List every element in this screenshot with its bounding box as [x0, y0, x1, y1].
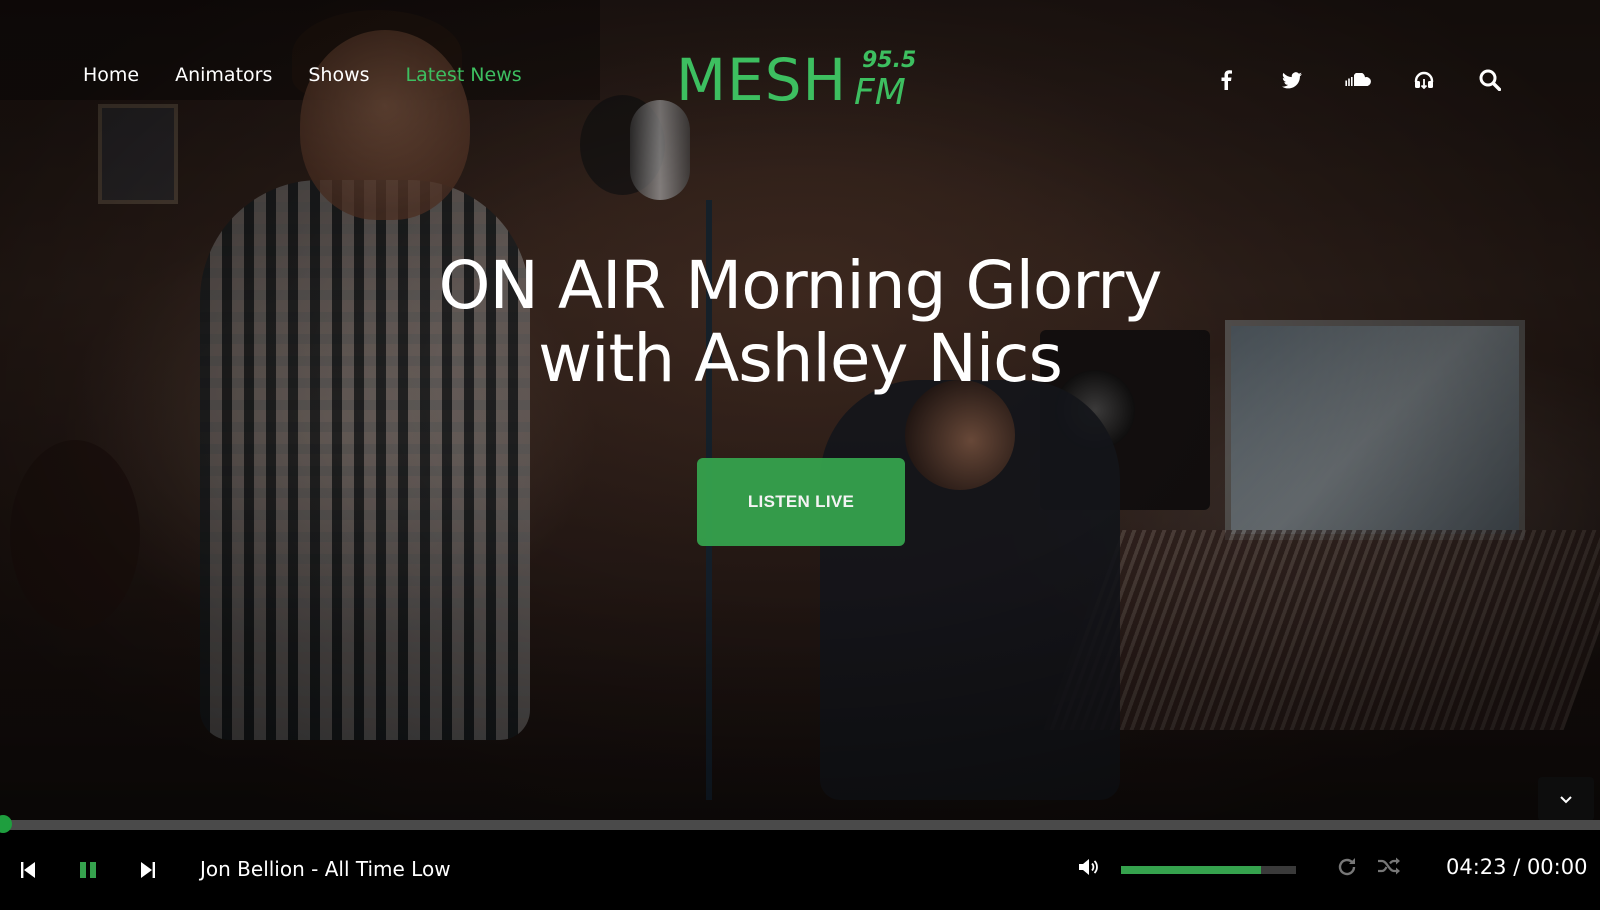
repeat-button[interactable]	[1336, 856, 1362, 882]
logo-band: FM	[854, 72, 906, 113]
audio-player: Jon Bellion - All Time Low 04:23 / 00:00	[0, 815, 1600, 910]
collapse-player-button[interactable]	[1538, 777, 1594, 821]
hero-headline: ON AIR Morning Glorry with Ashley Nics	[300, 247, 1300, 397]
previous-icon	[21, 862, 35, 878]
next-icon	[141, 862, 155, 878]
logo-name: MESH	[676, 46, 848, 114]
nav-animators[interactable]: Animators	[175, 64, 272, 86]
next-track-button[interactable]	[134, 856, 162, 884]
site-logo[interactable]: MESH 95.5 FM	[676, 44, 916, 114]
nav-shows[interactable]: Shows	[308, 64, 369, 86]
pause-button[interactable]	[74, 856, 102, 884]
repeat-icon	[1338, 858, 1356, 876]
volume-icon[interactable]	[1078, 857, 1102, 881]
shuffle-icon	[1378, 857, 1400, 875]
hero-vignette	[0, 0, 1600, 820]
previous-track-button[interactable]	[14, 856, 42, 884]
headphones-icon[interactable]	[1409, 66, 1439, 94]
nav-latest-news[interactable]: Latest News	[406, 64, 522, 86]
playback-time: 04:23 / 00:00	[1446, 855, 1588, 879]
hero-background	[0, 0, 1600, 820]
twitter-icon[interactable]	[1277, 66, 1307, 94]
headline-line-1: ON AIR Morning Glorry	[438, 247, 1163, 324]
now-playing-track: Jon Bellion - All Time Low	[200, 857, 451, 881]
search-icon[interactable]	[1475, 66, 1505, 94]
main-nav: Home Animators Shows Latest News	[83, 64, 522, 86]
progress-bar[interactable]	[0, 815, 1600, 833]
facebook-icon[interactable]	[1211, 66, 1241, 94]
volume-slider[interactable]	[1121, 866, 1296, 874]
listen-live-button[interactable]: LISTEN LIVE	[697, 458, 905, 546]
chevron-down-icon	[1560, 796, 1572, 804]
progress-handle[interactable]	[0, 815, 12, 833]
soundcloud-icon[interactable]	[1343, 66, 1373, 94]
headline-line-2: with Ashley Nics	[538, 319, 1063, 397]
shuffle-button[interactable]	[1377, 856, 1403, 882]
logo-frequency: 95.5	[862, 48, 917, 73]
nav-home[interactable]: Home	[83, 64, 139, 86]
volume-level	[1121, 866, 1261, 874]
social-links	[1211, 66, 1505, 94]
pause-icon	[80, 862, 96, 878]
